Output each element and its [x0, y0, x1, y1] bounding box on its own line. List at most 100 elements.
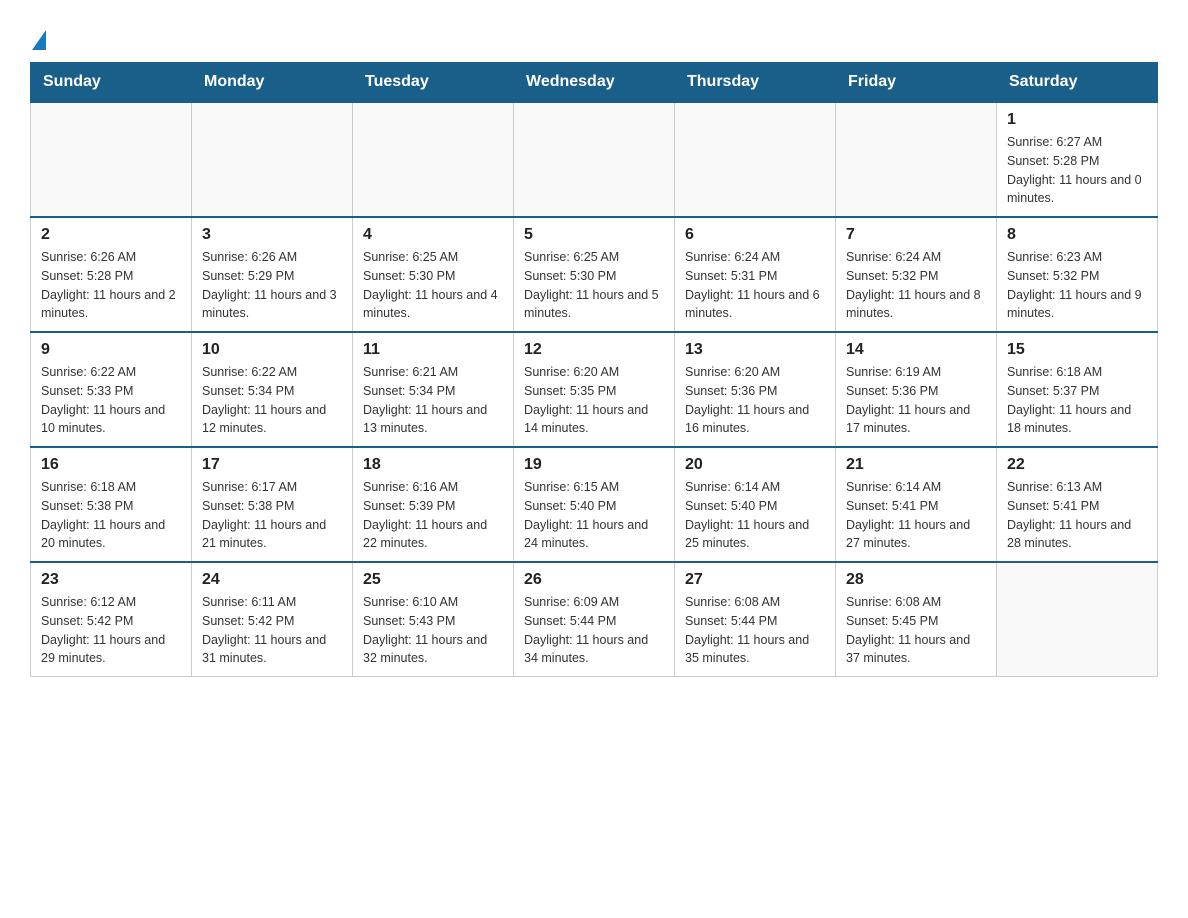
- weekday-header-friday: Friday: [836, 63, 997, 103]
- day-number: 22: [1007, 456, 1147, 474]
- day-info: Sunrise: 6:08 AMSunset: 5:45 PMDaylight:…: [846, 593, 986, 668]
- day-number: 8: [1007, 226, 1147, 244]
- weekday-header-wednesday: Wednesday: [514, 63, 675, 103]
- calendar-cell: 27 Sunrise: 6:08 AMSunset: 5:44 PMDayligh…: [675, 562, 836, 677]
- day-info: Sunrise: 6:20 AMSunset: 5:36 PMDaylight:…: [685, 363, 825, 438]
- weekday-header-sunday: Sunday: [31, 63, 192, 103]
- week-row-1: 1 Sunrise: 6:27 AMSunset: 5:28 PMDaylight…: [31, 102, 1158, 217]
- calendar-cell: [836, 102, 997, 217]
- day-info: Sunrise: 6:22 AMSunset: 5:33 PMDaylight:…: [41, 363, 181, 438]
- day-number: 23: [41, 571, 181, 589]
- calendar-cell: 14Sunrise: 6:19 AMSunset: 5:36 PMDayligh…: [836, 332, 997, 447]
- day-number: 25: [363, 571, 503, 589]
- day-number: 1: [1007, 111, 1147, 129]
- day-number: 26: [524, 571, 664, 589]
- calendar-cell: 3 Sunrise: 6:26 AMSunset: 5:29 PMDaylight…: [192, 217, 353, 332]
- day-info: Sunrise: 6:24 AMSunset: 5:32 PMDaylight:…: [846, 248, 986, 323]
- weekday-header-saturday: Saturday: [997, 63, 1158, 103]
- day-info: Sunrise: 6:15 AMSunset: 5:40 PMDaylight:…: [524, 478, 664, 553]
- day-info: Sunrise: 6:13 AMSunset: 5:41 PMDaylight:…: [1007, 478, 1147, 553]
- day-info: Sunrise: 6:21 AMSunset: 5:34 PMDaylight:…: [363, 363, 503, 438]
- calendar-cell: 23 Sunrise: 6:12 AMSunset: 5:42 PMDayligh…: [31, 562, 192, 677]
- calendar-cell: 4Sunrise: 6:25 AMSunset: 5:30 PMDaylight…: [353, 217, 514, 332]
- day-number: 13: [685, 341, 825, 359]
- day-number: 4: [363, 226, 503, 244]
- calendar-cell: 21 Sunrise: 6:14 AMSunset: 5:41 PMDayligh…: [836, 447, 997, 562]
- day-number: 7: [846, 226, 986, 244]
- day-number: 19: [524, 456, 664, 474]
- calendar-cell: 20 Sunrise: 6:14 AMSunset: 5:40 PMDayligh…: [675, 447, 836, 562]
- calendar-cell: 25 Sunrise: 6:10 AMSunset: 5:43 PMDayligh…: [353, 562, 514, 677]
- calendar-cell: 11 Sunrise: 6:21 AMSunset: 5:34 PMDayligh…: [353, 332, 514, 447]
- day-info: Sunrise: 6:25 AMSunset: 5:30 PMDaylight:…: [524, 248, 664, 323]
- day-number: 11: [363, 341, 503, 359]
- calendar-cell: 10 Sunrise: 6:22 AMSunset: 5:34 PMDayligh…: [192, 332, 353, 447]
- calendar-cell: 15 Sunrise: 6:18 AMSunset: 5:37 PMDayligh…: [997, 332, 1158, 447]
- day-number: 12: [524, 341, 664, 359]
- calendar-cell: 13 Sunrise: 6:20 AMSunset: 5:36 PMDayligh…: [675, 332, 836, 447]
- day-number: 28: [846, 571, 986, 589]
- day-number: 18: [363, 456, 503, 474]
- day-number: 5: [524, 226, 664, 244]
- day-number: 20: [685, 456, 825, 474]
- calendar-cell: 28 Sunrise: 6:08 AMSunset: 5:45 PMDayligh…: [836, 562, 997, 677]
- calendar-cell: 7 Sunrise: 6:24 AMSunset: 5:32 PMDaylight…: [836, 217, 997, 332]
- calendar-cell: 22 Sunrise: 6:13 AMSunset: 5:41 PMDayligh…: [997, 447, 1158, 562]
- week-row-2: 2Sunrise: 6:26 AMSunset: 5:28 PMDaylight…: [31, 217, 1158, 332]
- day-info: Sunrise: 6:12 AMSunset: 5:42 PMDaylight:…: [41, 593, 181, 668]
- day-info: Sunrise: 6:27 AMSunset: 5:28 PMDaylight:…: [1007, 133, 1147, 208]
- day-info: Sunrise: 6:08 AMSunset: 5:44 PMDaylight:…: [685, 593, 825, 668]
- day-number: 2: [41, 226, 181, 244]
- day-number: 21: [846, 456, 986, 474]
- calendar-cell: 12 Sunrise: 6:20 AMSunset: 5:35 PMDayligh…: [514, 332, 675, 447]
- day-info: Sunrise: 6:24 AMSunset: 5:31 PMDaylight:…: [685, 248, 825, 323]
- weekday-header-row: SundayMondayTuesdayWednesdayThursdayFrid…: [31, 63, 1158, 103]
- logo: [30, 30, 46, 52]
- day-number: 15: [1007, 341, 1147, 359]
- day-number: 24: [202, 571, 342, 589]
- calendar-cell: 9 Sunrise: 6:22 AMSunset: 5:33 PMDaylight…: [31, 332, 192, 447]
- day-info: Sunrise: 6:18 AMSunset: 5:38 PMDaylight:…: [41, 478, 181, 553]
- weekday-header-monday: Monday: [192, 63, 353, 103]
- day-info: Sunrise: 6:11 AMSunset: 5:42 PMDaylight:…: [202, 593, 342, 668]
- page-header: [30, 20, 1158, 52]
- calendar-cell: [997, 562, 1158, 677]
- logo-arrow-icon: [32, 30, 46, 50]
- calendar-table: SundayMondayTuesdayWednesdayThursdayFrid…: [30, 62, 1158, 677]
- calendar-cell: 24 Sunrise: 6:11 AMSunset: 5:42 PMDayligh…: [192, 562, 353, 677]
- week-row-4: 16 Sunrise: 6:18 AMSunset: 5:38 PMDayligh…: [31, 447, 1158, 562]
- day-number: 3: [202, 226, 342, 244]
- day-info: Sunrise: 6:26 AMSunset: 5:29 PMDaylight:…: [202, 248, 342, 323]
- weekday-header-tuesday: Tuesday: [353, 63, 514, 103]
- day-info: Sunrise: 6:14 AMSunset: 5:41 PMDaylight:…: [846, 478, 986, 553]
- day-info: Sunrise: 6:14 AMSunset: 5:40 PMDaylight:…: [685, 478, 825, 553]
- week-row-5: 23 Sunrise: 6:12 AMSunset: 5:42 PMDayligh…: [31, 562, 1158, 677]
- calendar-cell: 6 Sunrise: 6:24 AMSunset: 5:31 PMDaylight…: [675, 217, 836, 332]
- calendar-cell: [192, 102, 353, 217]
- day-number: 9: [41, 341, 181, 359]
- calendar-cell: 17 Sunrise: 6:17 AMSunset: 5:38 PMDayligh…: [192, 447, 353, 562]
- day-info: Sunrise: 6:10 AMSunset: 5:43 PMDaylight:…: [363, 593, 503, 668]
- calendar-cell: [353, 102, 514, 217]
- calendar-cell: 5 Sunrise: 6:25 AMSunset: 5:30 PMDaylight…: [514, 217, 675, 332]
- day-number: 10: [202, 341, 342, 359]
- calendar-cell: 8Sunrise: 6:23 AMSunset: 5:32 PMDaylight…: [997, 217, 1158, 332]
- calendar-cell: [31, 102, 192, 217]
- day-info: Sunrise: 6:18 AMSunset: 5:37 PMDaylight:…: [1007, 363, 1147, 438]
- day-number: 16: [41, 456, 181, 474]
- day-number: 27: [685, 571, 825, 589]
- day-info: Sunrise: 6:17 AMSunset: 5:38 PMDaylight:…: [202, 478, 342, 553]
- calendar-cell: 2Sunrise: 6:26 AMSunset: 5:28 PMDaylight…: [31, 217, 192, 332]
- day-info: Sunrise: 6:16 AMSunset: 5:39 PMDaylight:…: [363, 478, 503, 553]
- day-info: Sunrise: 6:22 AMSunset: 5:34 PMDaylight:…: [202, 363, 342, 438]
- day-number: 17: [202, 456, 342, 474]
- calendar-cell: [675, 102, 836, 217]
- week-row-3: 9 Sunrise: 6:22 AMSunset: 5:33 PMDaylight…: [31, 332, 1158, 447]
- day-number: 6: [685, 226, 825, 244]
- calendar-cell: [514, 102, 675, 217]
- day-number: 14: [846, 341, 986, 359]
- day-info: Sunrise: 6:09 AMSunset: 5:44 PMDaylight:…: [524, 593, 664, 668]
- calendar-cell: 19 Sunrise: 6:15 AMSunset: 5:40 PMDayligh…: [514, 447, 675, 562]
- day-info: Sunrise: 6:20 AMSunset: 5:35 PMDaylight:…: [524, 363, 664, 438]
- calendar-cell: 18 Sunrise: 6:16 AMSunset: 5:39 PMDayligh…: [353, 447, 514, 562]
